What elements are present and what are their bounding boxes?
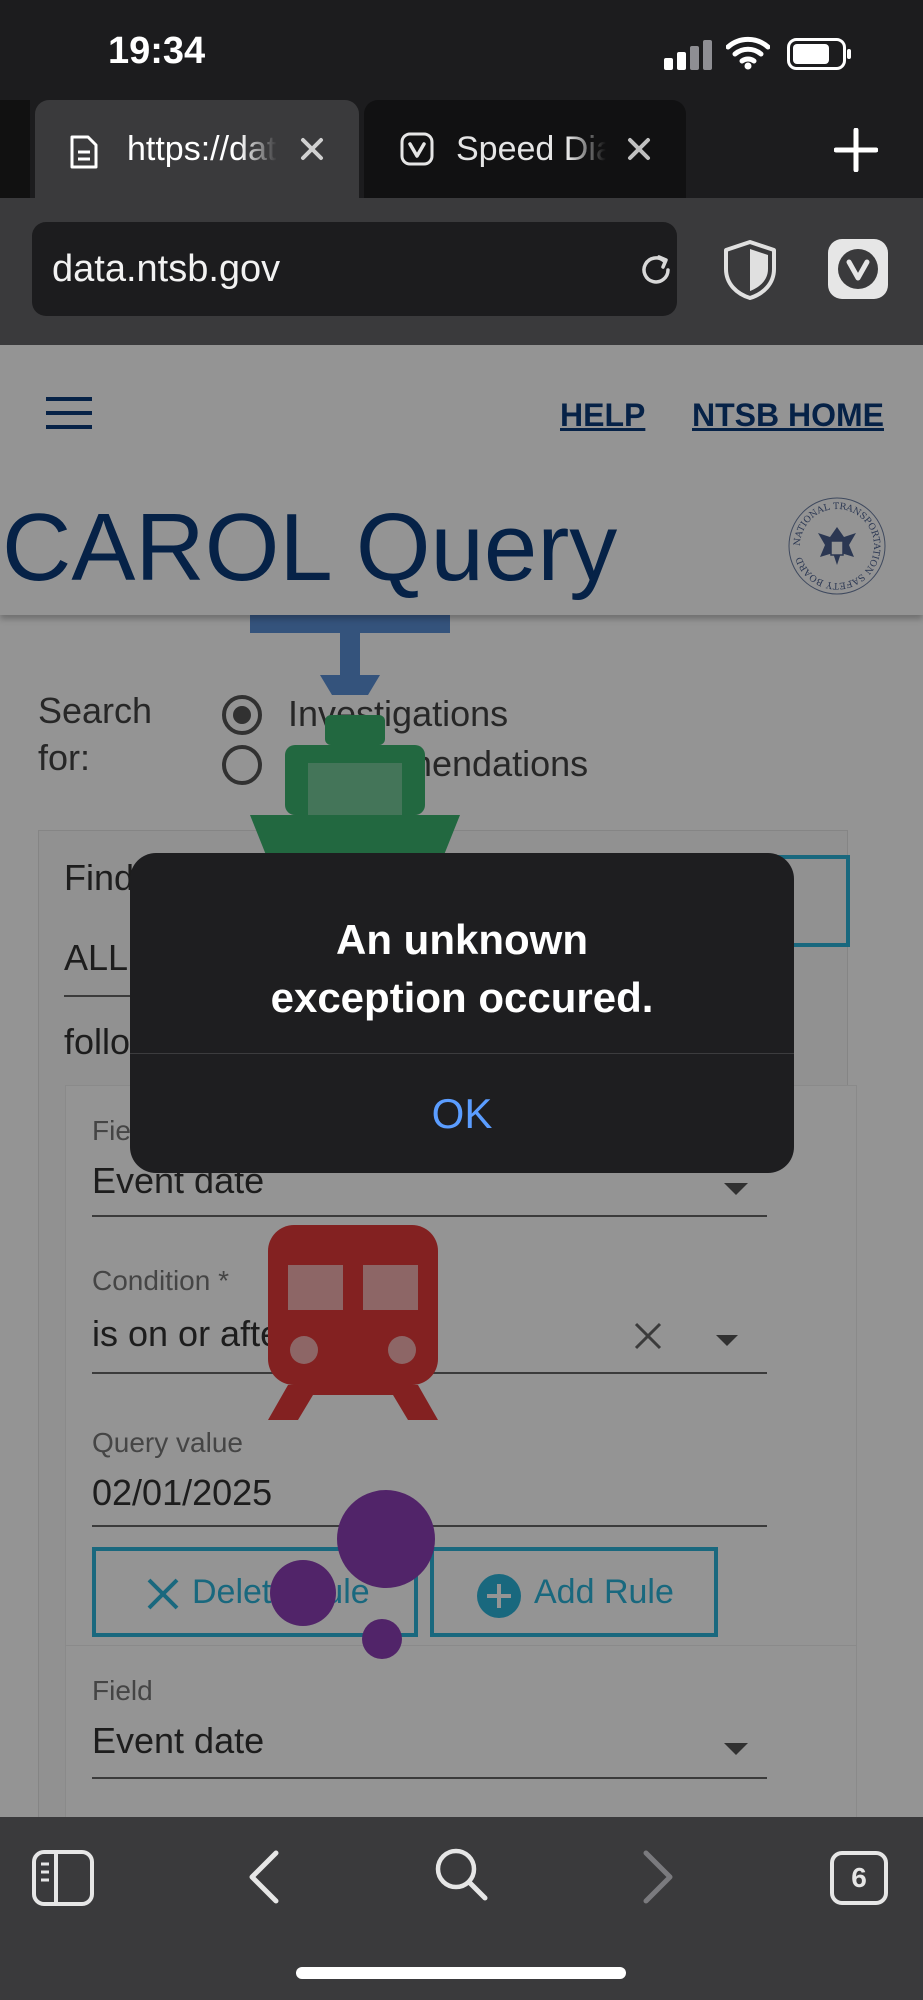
new-tab-plus-icon[interactable] <box>834 128 878 172</box>
alert-message-line2: exception occured. <box>270 974 654 1021</box>
tab-strip: https://data.ntsb.gov Speed Dial <box>0 100 923 198</box>
tracker-blocker-shield-icon[interactable] <box>722 239 778 301</box>
tab-label: Speed Dial <box>456 130 606 168</box>
tab-label: https://data.ntsb.gov <box>127 130 277 168</box>
tab-overflow-left[interactable] <box>0 100 30 198</box>
back-arrow-icon[interactable] <box>246 1849 280 1905</box>
address-bar: data.ntsb.gov <box>0 198 923 345</box>
vivaldi-icon <box>838 249 878 289</box>
status-bar: 19:34 <box>0 0 923 100</box>
status-time: 19:34 <box>108 30 206 72</box>
alert-message-line1: An unknown <box>336 916 588 963</box>
panel-sidebar-icon[interactable] <box>32 1850 94 1906</box>
tab-count-button[interactable]: 6 <box>830 1851 888 1905</box>
url-text: data.ntsb.gov <box>52 248 281 290</box>
document-icon <box>70 135 98 169</box>
search-icon[interactable] <box>433 1846 489 1902</box>
home-indicator[interactable] <box>296 1967 626 1979</box>
cellular-signal-icon <box>664 40 712 70</box>
url-field[interactable]: data.ntsb.gov <box>32 222 677 316</box>
close-icon[interactable] <box>626 136 652 162</box>
vivaldi-menu-button[interactable] <box>828 239 888 299</box>
reload-icon[interactable] <box>638 252 674 288</box>
forward-arrow-icon[interactable] <box>642 1849 676 1905</box>
ok-button[interactable]: OK <box>130 1054 794 1173</box>
alert-message: An unknown exception occured. <box>130 911 794 1027</box>
tab-speed-dial[interactable]: Speed Dial <box>364 100 686 198</box>
vivaldi-icon <box>400 132 434 166</box>
close-icon[interactable] <box>299 136 325 162</box>
wifi-icon <box>726 36 770 70</box>
tab-data-ntsb[interactable]: https://data.ntsb.gov <box>35 100 359 198</box>
battery-icon <box>787 38 851 70</box>
error-alert-dialog: An unknown exception occured. OK <box>130 853 794 1173</box>
